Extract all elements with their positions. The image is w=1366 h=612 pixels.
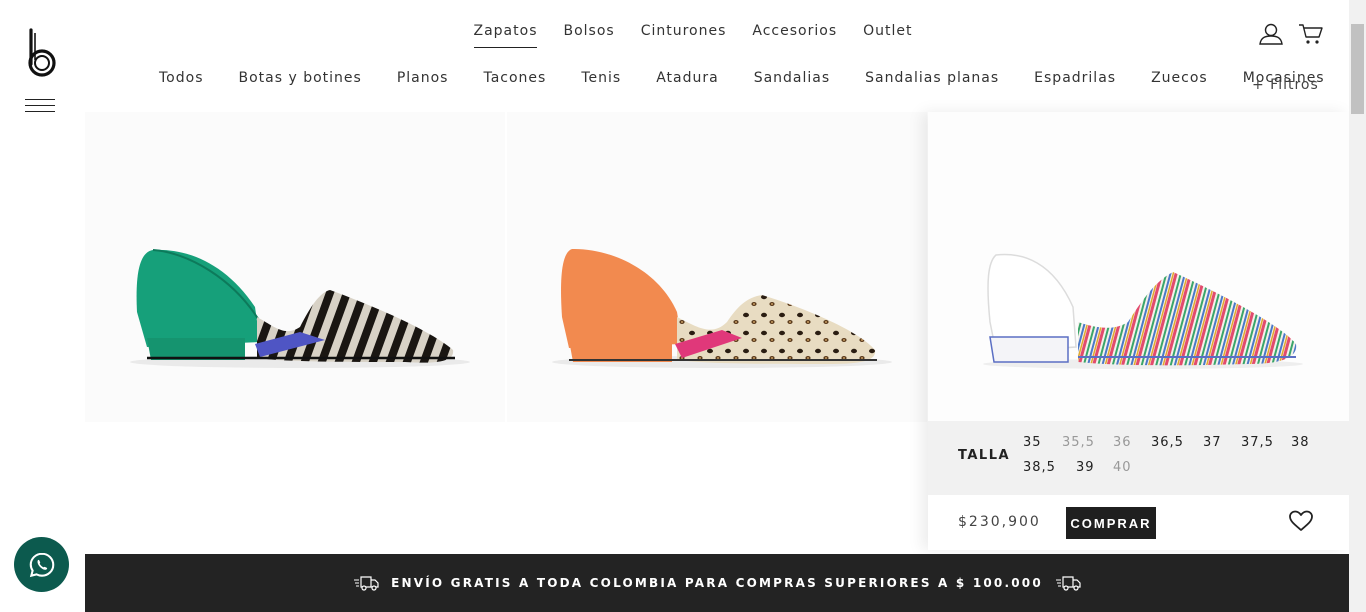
nav-item-outlet[interactable]: Outlet (863, 23, 912, 48)
category-tacones[interactable]: Tacones (483, 70, 546, 86)
size-option[interactable]: 38,5 (1023, 460, 1056, 475)
product-image[interactable] (928, 112, 1349, 421)
category-atadura[interactable]: Atadura (656, 70, 719, 86)
size-option[interactable]: 36 (1113, 435, 1132, 450)
category-zuecos[interactable]: Zuecos (1151, 70, 1208, 86)
whatsapp-button[interactable] (14, 537, 69, 592)
size-option[interactable]: 40 (1113, 460, 1132, 475)
product-card[interactable] (85, 112, 505, 422)
category-espadrilas[interactable]: Espadrilas (1034, 70, 1116, 86)
cart-icon[interactable] (1298, 22, 1324, 46)
size-option[interactable]: 38 (1291, 435, 1310, 450)
size-option[interactable]: 35,5 (1062, 435, 1095, 450)
nav-item-bolsos[interactable]: Bolsos (563, 23, 614, 48)
category-sandalias-planas[interactable]: Sandalias planas (865, 70, 999, 86)
category-todos[interactable]: Todos (159, 70, 203, 86)
promo-text: ENVÍO GRATIS A TODA COLOMBIA PARA COMPRA… (391, 576, 1043, 590)
product-card-hovered[interactable]: TALLA 35 35,5 36 36,5 37 37,5 38 38,5 39… (928, 112, 1349, 550)
size-option[interactable]: 37 (1203, 435, 1222, 450)
size-label: TALLA (958, 448, 1011, 463)
main-nav: Zapatos Bolsos Cinturones Accesorios Out… (0, 23, 1366, 48)
menu-icon[interactable] (25, 99, 55, 113)
shipping-promo-bar: ENVÍO GRATIS A TODA COLOMBIA PARA COMPRA… (85, 554, 1349, 612)
size-option[interactable]: 36,5 (1151, 435, 1184, 450)
size-option[interactable]: 35 (1023, 435, 1042, 450)
header-icons (1258, 22, 1324, 46)
user-icon[interactable] (1258, 22, 1284, 46)
size-selector: TALLA 35 35,5 36 36,5 37 37,5 38 38,5 39… (928, 421, 1349, 495)
product-image[interactable] (507, 112, 927, 422)
whatsapp-icon (29, 552, 54, 577)
size-option[interactable]: 39 (1076, 460, 1095, 475)
nav-item-zapatos[interactable]: Zapatos (473, 23, 538, 48)
category-planos[interactable]: Planos (397, 70, 449, 86)
category-sandalias[interactable]: Sandalias (754, 70, 830, 86)
buy-button[interactable]: COMPRAR (1066, 507, 1156, 539)
product-image[interactable] (85, 112, 505, 422)
page-scrollbar[interactable] (1349, 0, 1366, 612)
heart-icon[interactable] (1288, 509, 1314, 533)
size-option[interactable]: 37,5 (1241, 435, 1274, 450)
category-tenis[interactable]: Tenis (581, 70, 621, 86)
nav-item-accesorios[interactable]: Accesorios (752, 23, 837, 48)
filters-button[interactable]: + Filtros (1252, 77, 1319, 93)
category-botas-y-botines[interactable]: Botas y botines (238, 70, 361, 86)
category-nav: Todos Botas y botines Planos Tacones Ten… (159, 70, 1325, 86)
nav-item-cinturones[interactable]: Cinturones (641, 23, 727, 48)
truck-icon (354, 576, 379, 591)
scrollbar-thumb[interactable] (1351, 24, 1364, 114)
truck-icon (1055, 576, 1081, 591)
product-price: $230,900 (958, 514, 1041, 530)
product-card[interactable] (507, 112, 927, 422)
